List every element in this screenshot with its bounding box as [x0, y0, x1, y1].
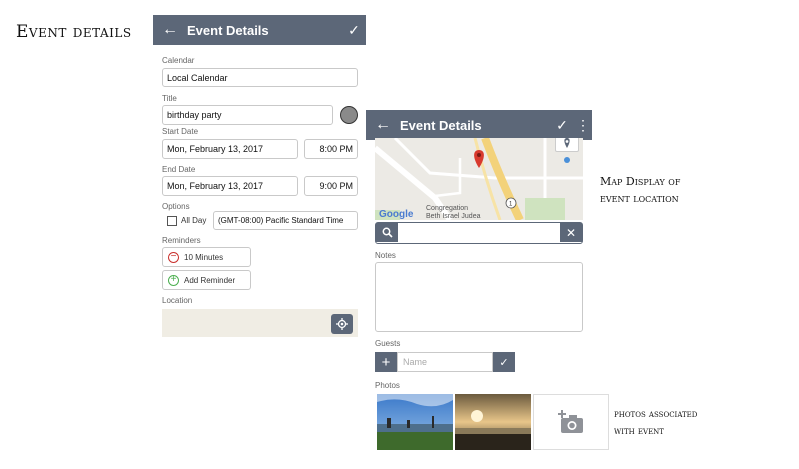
add-reminder-label: Add Reminder — [184, 275, 236, 285]
map-place-line1: Congregation — [426, 205, 468, 212]
guests-label: Guests — [375, 339, 401, 348]
back-arrow-icon[interactable]: ← — [153, 21, 187, 39]
end-date-label: End Date — [162, 165, 196, 174]
caption-photos: photos associated with event — [614, 406, 697, 440]
caption-map-line2: event location — [600, 192, 679, 205]
end-time-field[interactable]: 9:00 PM — [304, 176, 358, 196]
add-photo-button[interactable] — [533, 394, 609, 450]
map-search-input[interactable] — [398, 223, 560, 242]
caption-photos-line1: photos associated — [614, 409, 698, 420]
app-bar: ← Event Details ✓ — [153, 15, 366, 45]
timezone-select[interactable]: (GMT-08:00) Pacific Standard Time — [213, 211, 358, 230]
map-search-bar: ✕ — [375, 222, 583, 244]
location-map-placeholder[interactable] — [162, 309, 358, 337]
color-picker-button[interactable] — [340, 106, 358, 124]
map-graphic: 1 Google Congregation Beth Israel Judea — [375, 138, 583, 220]
map-place-line2: Beth Israel Judea — [426, 213, 481, 220]
calendar-select[interactable]: Local Calendar — [162, 68, 358, 87]
save-check-icon[interactable]: ✓ — [342, 22, 366, 39]
caption-map-line1: Map Display of — [600, 175, 681, 188]
start-date-label: Start Date — [162, 127, 199, 136]
save-check-icon[interactable]: ✓ — [550, 117, 574, 134]
start-time-field[interactable]: 8:00 PM — [304, 139, 358, 159]
caption-map-display: Map Display of event location — [600, 173, 680, 207]
google-logo: Google — [379, 209, 414, 220]
calendar-label: Calendar — [162, 56, 195, 65]
remove-circle-icon[interactable]: − — [168, 251, 179, 263]
reminders-label: Reminders — [162, 236, 201, 245]
event-details-screen-1: ← Event Details ✓ Calendar Local Calenda… — [153, 15, 366, 345]
photo-thumbnail-1[interactable] — [377, 394, 453, 450]
reminder-label: 10 Minutes — [184, 252, 224, 262]
location-map[interactable]: 1 Google Congregation Beth Israel Judea — [375, 138, 583, 220]
add-reminder-button[interactable]: + Add Reminder — [162, 270, 251, 290]
notes-label: Notes — [375, 251, 396, 260]
end-date-field[interactable]: Mon, February 13, 2017 — [162, 176, 298, 196]
add-guest-button[interactable]: + — [375, 352, 397, 372]
more-vert-icon[interactable]: ⋮ — [574, 117, 592, 134]
app-bar-title-2: Event Details — [400, 117, 482, 133]
title-input[interactable]: birthday party — [162, 105, 333, 125]
caption-event-details: Event details — [16, 22, 132, 42]
add-photo-icon — [558, 410, 583, 433]
search-icon[interactable] — [376, 223, 398, 242]
reminder-item[interactable]: − 10 Minutes — [162, 247, 251, 267]
all-day-checkbox[interactable] — [167, 216, 177, 226]
back-arrow-icon[interactable]: ← — [366, 116, 400, 134]
start-date-field[interactable]: Mon, February 13, 2017 — [162, 139, 298, 159]
event-details-screen-2: ← Event Details ✓ ⋮ 1 Google Congregatio… — [366, 110, 609, 465]
map-locate-button[interactable] — [555, 138, 579, 152]
caption-photos-line2: with event — [614, 426, 664, 437]
app-bar-title: Event Details — [187, 22, 269, 38]
crosshair-icon — [336, 318, 348, 330]
options-label: Options — [162, 202, 190, 211]
photo-thumbnail-2[interactable] — [455, 394, 531, 450]
title-label: Title — [162, 94, 177, 103]
all-day-label: All Day — [181, 216, 207, 225]
add-circle-icon: + — [168, 274, 179, 286]
locate-button[interactable] — [331, 314, 353, 334]
guest-name-input[interactable]: Name — [397, 352, 493, 372]
close-icon[interactable]: ✕ — [560, 223, 582, 242]
photos-label: Photos — [375, 381, 400, 390]
notes-textarea[interactable] — [375, 262, 583, 332]
location-marker-icon — [564, 138, 570, 148]
confirm-guest-button[interactable]: ✓ — [493, 352, 515, 372]
app-bar-2: ← Event Details ✓ ⋮ — [366, 110, 592, 140]
location-label: Location — [162, 296, 193, 305]
